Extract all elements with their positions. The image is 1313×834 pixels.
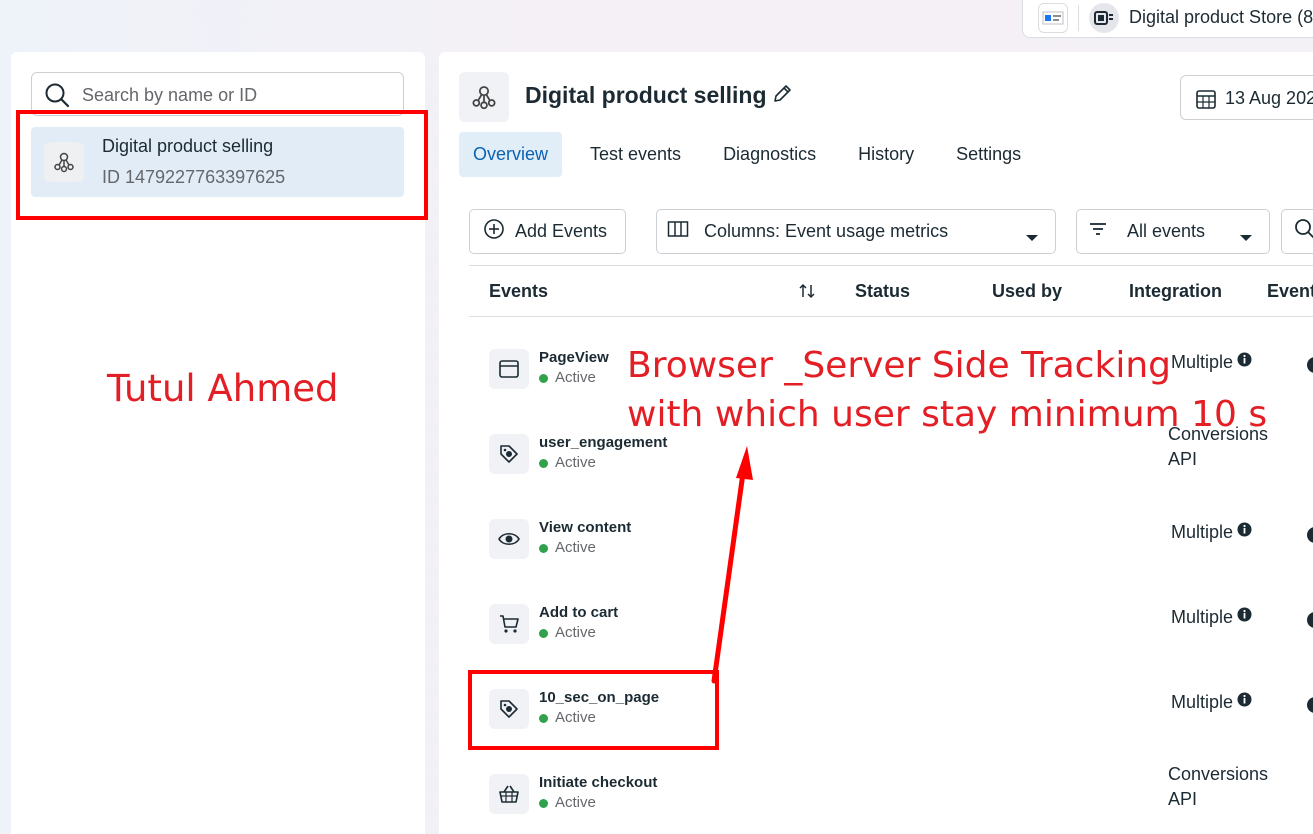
annotation-arrow <box>711 446 753 684</box>
